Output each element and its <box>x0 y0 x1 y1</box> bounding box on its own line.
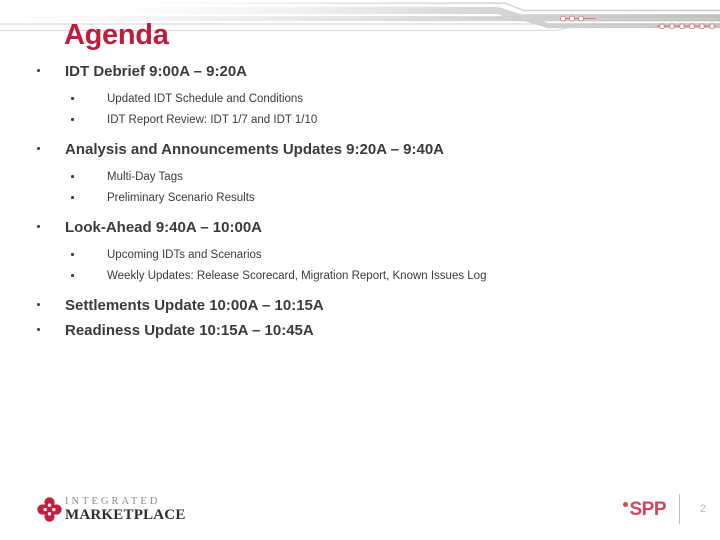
agenda-subitem: Upcoming IDTs and Scenarios <box>0 245 720 266</box>
agenda-subitem-text: Weekly Updates: Release Scorecard, Migra… <box>107 270 487 282</box>
agenda-subitem-text: Upcoming IDTs and Scenarios <box>107 249 262 261</box>
bullet-icon <box>37 69 40 72</box>
marketplace-wordmark: INTEGRATED MARKETPLACE <box>65 495 186 523</box>
marketplace-word-marketplace: MARKETPLACE <box>65 506 186 523</box>
spp-label: SPP <box>629 498 666 520</box>
decoration-circle-group-right <box>657 23 716 30</box>
agenda-group: Look-Ahead 9:40A – 10:00A Upcoming IDTs … <box>0 218 720 287</box>
sub-bullet-icon <box>71 118 74 121</box>
agenda-heading: Readiness Update 10:15A – 10:45A <box>0 321 720 345</box>
agenda-list: IDT Debrief 9:00A – 9:20A Updated IDT Sc… <box>0 62 720 346</box>
decoration-circle-group-left <box>560 15 596 22</box>
page-title: Agenda <box>64 19 169 51</box>
spp-logo: SPP <box>623 500 666 519</box>
agenda-subitem-text: Multi-Day Tags <box>107 171 183 183</box>
sub-bullet-icon <box>71 274 74 277</box>
agenda-heading-text: IDT Debrief 9:00A – 9:20A <box>65 63 248 80</box>
sub-bullet-icon <box>71 175 74 178</box>
agenda-subitem: Multi-Day Tags <box>0 167 720 188</box>
integrated-marketplace-logo: INTEGRATED MARKETPLACE <box>36 496 186 523</box>
slide: Agenda IDT Debrief 9:00A – 9:20A Updated… <box>0 0 720 540</box>
agenda-heading-text: Analysis and Announcements Updates 9:20A… <box>65 141 444 158</box>
sub-bullet-icon <box>71 253 74 256</box>
footer-right: SPP 2 <box>623 494 712 524</box>
agenda-group: IDT Debrief 9:00A – 9:20A Updated IDT Sc… <box>0 62 720 131</box>
agenda-heading: IDT Debrief 9:00A – 9:20A <box>0 62 720 86</box>
agenda-subitem-text: Updated IDT Schedule and Conditions <box>107 93 304 105</box>
bullet-icon <box>37 225 40 228</box>
bullet-icon <box>37 328 40 331</box>
bullet-icon <box>37 303 40 306</box>
agenda-heading: Look-Ahead 9:40A – 10:00A <box>0 218 720 242</box>
agenda-heading-text: Look-Ahead 9:40A – 10:00A <box>65 219 263 236</box>
agenda-group: Analysis and Announcements Updates 9:20A… <box>0 140 720 209</box>
page-number: 2 <box>699 503 707 515</box>
sub-bullet-icon <box>71 97 74 100</box>
agenda-heading-text: Settlements Update 10:00A – 10:15A <box>65 297 324 314</box>
agenda-heading-text: Readiness Update 10:15A – 10:45A <box>65 322 314 339</box>
agenda-heading: Settlements Update 10:00A – 10:15A <box>0 296 720 320</box>
sub-bullet-icon <box>71 196 74 199</box>
agenda-subitem-text: Preliminary Scenario Results <box>107 192 255 204</box>
agenda-subitem: Weekly Updates: Release Scorecard, Migra… <box>0 266 720 287</box>
agenda-heading: Analysis and Announcements Updates 9:20A… <box>0 140 720 164</box>
marketplace-word-integrated: INTEGRATED <box>65 495 161 507</box>
agenda-group: Settlements Update 10:00A – 10:15A <box>0 296 720 320</box>
bullet-icon <box>37 147 40 150</box>
agenda-subitem: Updated IDT Schedule and Conditions <box>0 89 720 110</box>
marketplace-flower-icon <box>37 497 62 522</box>
agenda-subitem: Preliminary Scenario Results <box>0 188 720 209</box>
spp-dot-icon <box>623 501 629 507</box>
agenda-group: Readiness Update 10:15A – 10:45A <box>0 321 720 345</box>
agenda-subitem-text: IDT Report Review: IDT 1/7 and IDT 1/10 <box>107 114 318 126</box>
footer-divider <box>679 494 680 524</box>
agenda-subitem: IDT Report Review: IDT 1/7 and IDT 1/10 <box>0 110 720 131</box>
